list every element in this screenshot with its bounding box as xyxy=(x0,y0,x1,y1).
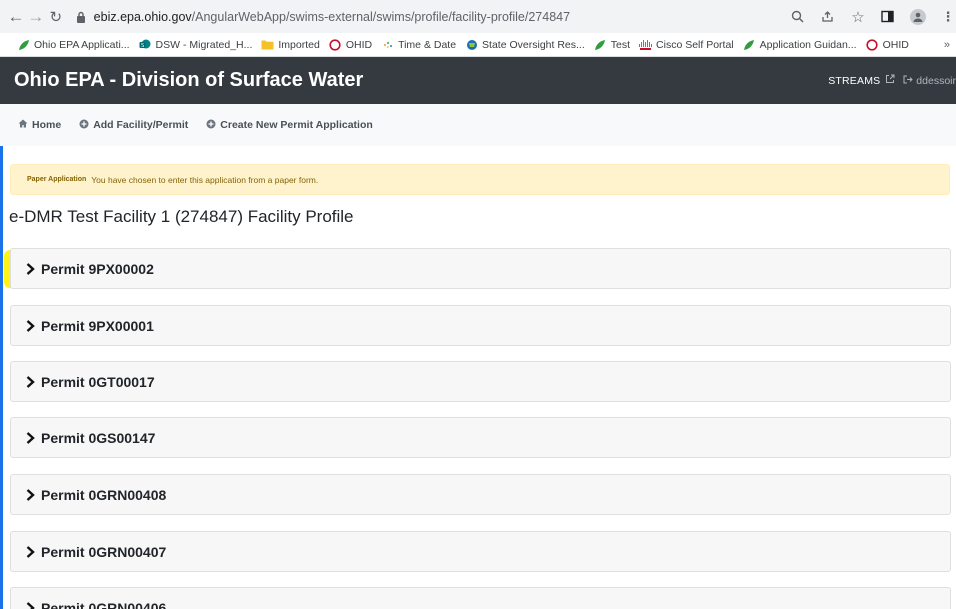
permit-card[interactable]: Permit 0GT00017 xyxy=(10,361,951,402)
bookmark-item[interactable]: Ohio EPA Applicati... xyxy=(17,38,130,51)
bookmark-item[interactable]: S DSW - Migrated_H... xyxy=(139,38,252,51)
timeanddate-icon xyxy=(381,38,394,51)
permit-card[interactable]: Permit 9PX00002 xyxy=(10,248,951,289)
bookmark-item[interactable]: Time & Date xyxy=(381,38,456,51)
user-name: ddessoir xyxy=(916,74,956,87)
side-panel-icon[interactable] xyxy=(880,9,896,25)
more-bookmarks-icon[interactable]: » xyxy=(944,39,950,51)
profile-avatar-icon[interactable] xyxy=(909,8,926,25)
share-icon[interactable] xyxy=(820,9,836,25)
chevron-right-icon[interactable] xyxy=(24,431,36,445)
alert-tag: Paper Application xyxy=(27,176,87,183)
bookmark-item[interactable]: State Oversight Res... xyxy=(465,38,585,51)
leaf-icon xyxy=(743,38,756,51)
app-navbar: Ohio EPA - Division of Surface Water STR… xyxy=(0,57,956,104)
plus-circle-icon xyxy=(206,119,216,132)
ohid-ring-icon xyxy=(866,38,879,51)
permit-label: Permit 0GS00147 xyxy=(41,429,156,446)
bookmark-star-icon[interactable]: ☆ xyxy=(850,9,866,26)
chevron-right-icon[interactable] xyxy=(24,488,36,502)
url-field[interactable]: ebiz.epa.ohio.gov/AngularWebApp/swims-ex… xyxy=(73,4,790,29)
permit-label: Permit 0GT00017 xyxy=(41,373,155,390)
nav-home[interactable]: Home xyxy=(18,119,61,131)
permit-label: Permit 0GRN00408 xyxy=(41,486,167,503)
leaf-icon xyxy=(594,38,607,51)
sharepoint-icon: S xyxy=(139,38,152,51)
permit-label: Permit 0GRN00407 xyxy=(41,543,167,560)
sign-out-icon xyxy=(903,75,916,87)
paper-application-alert: Paper Application You have chosen to ent… xyxy=(10,164,950,195)
permit-label: Permit 9PX00001 xyxy=(41,317,154,334)
home-icon xyxy=(18,119,28,131)
nav-create-permit-application[interactable]: Create New Permit Application xyxy=(206,119,373,132)
external-link-icon xyxy=(885,74,895,87)
permit-card[interactable]: Permit 0GS00147 xyxy=(10,417,951,458)
globe-icon xyxy=(465,38,478,51)
bookmarks-bar: Ohio EPA Applicati... S DSW - Migrated_H… xyxy=(0,33,956,57)
chevron-right-icon[interactable] xyxy=(24,262,36,276)
browser-address-bar: ← → ↻ ebiz.epa.ohio.gov/AngularWebApp/sw… xyxy=(0,0,956,33)
plus-circle-icon xyxy=(79,119,89,132)
bookmark-item[interactable]: Test xyxy=(594,38,630,51)
browser-menu-icon[interactable]: ⋮ xyxy=(940,9,956,25)
chevron-right-icon[interactable] xyxy=(24,601,36,609)
folder-icon xyxy=(261,38,274,51)
bookmark-item[interactable]: Application Guidan... xyxy=(743,38,857,51)
lock-icon xyxy=(74,10,88,24)
secondary-nav: Home Add Facility/Permit Create New Perm… xyxy=(0,104,956,146)
cisco-icon xyxy=(639,38,653,51)
app-title[interactable]: Ohio EPA - Division of Surface Water xyxy=(14,69,363,92)
bookmark-item[interactable]: Imported xyxy=(261,38,320,51)
url-domain: ebiz.epa.ohio.gov xyxy=(93,9,192,24)
page-title: e-DMR Test Facility 1 (274847) Facility … xyxy=(9,207,354,226)
permit-label: Permit 0GRN00406 xyxy=(41,599,167,609)
permit-card[interactable]: Permit 9PX00001 xyxy=(10,305,951,346)
permit-label: Permit 9PX00002 xyxy=(41,260,154,277)
user-menu[interactable]: ddessoir xyxy=(903,75,956,87)
chevron-right-icon[interactable] xyxy=(24,319,36,333)
streams-link[interactable]: STREAMS xyxy=(828,75,880,87)
url-path: /AngularWebApp/swims-external/swims/prof… xyxy=(191,9,571,24)
svg-text:S: S xyxy=(141,43,144,49)
leaf-icon xyxy=(17,38,30,51)
chevron-right-icon[interactable] xyxy=(24,375,36,389)
forward-arrow-icon[interactable]: → xyxy=(26,6,46,28)
bookmark-item[interactable]: OHID xyxy=(866,38,909,51)
reload-icon[interactable]: ↻ xyxy=(46,6,66,28)
chevron-right-icon[interactable] xyxy=(24,545,36,559)
permit-card[interactable]: Permit 0GRN00406 xyxy=(10,587,951,609)
ohid-ring-icon xyxy=(329,38,342,51)
nav-add-facility-permit[interactable]: Add Facility/Permit xyxy=(79,119,188,132)
alert-message: You have chosen to enter this applicatio… xyxy=(91,174,319,185)
bookmark-item[interactable]: OHID xyxy=(329,38,372,51)
bookmark-item[interactable]: Cisco Self Portal xyxy=(639,38,734,51)
back-arrow-icon[interactable]: ← xyxy=(6,6,26,28)
permit-card[interactable]: Permit 0GRN00408 xyxy=(10,474,951,515)
permit-card[interactable]: Permit 0GRN00407 xyxy=(10,531,951,572)
zoom-icon[interactable] xyxy=(790,9,806,25)
